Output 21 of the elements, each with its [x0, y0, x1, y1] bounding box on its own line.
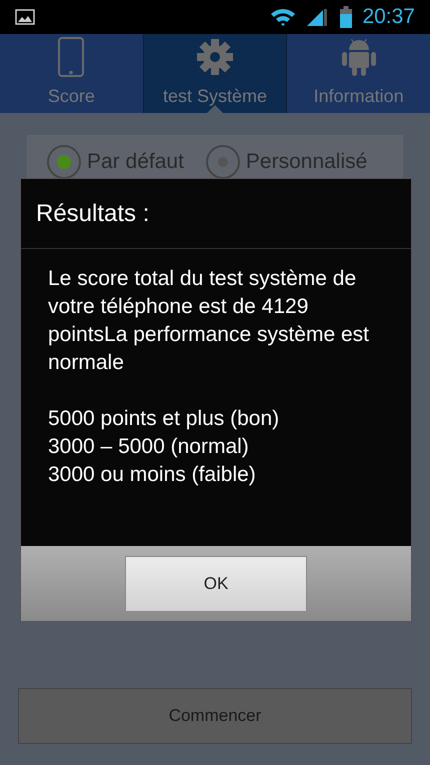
gallery-icon — [15, 9, 35, 25]
battery-icon — [340, 6, 352, 28]
ok-button[interactable]: OK — [125, 556, 307, 612]
selection-indicator — [207, 105, 223, 113]
tab[interactable]: Score — [0, 34, 143, 113]
signal-icon — [306, 7, 328, 27]
wifi-icon — [270, 7, 296, 27]
dialog-title: Résultats : — [36, 198, 150, 228]
tab[interactable]: Information — [287, 34, 430, 113]
phone-icon — [58, 37, 84, 77]
message-line: 3000 – 5000 (normal) — [48, 434, 250, 460]
clock: 20:37 — [362, 4, 415, 30]
tab[interactable]: test Système — [142, 34, 288, 113]
robot-icon — [340, 37, 377, 77]
message-line: 5000 points et plus (bon) — [48, 406, 280, 432]
message-line: 3000 ou moins (faible) — [48, 462, 257, 488]
radio-label: Par défaut — [87, 149, 184, 176]
settings-icon — [195, 37, 235, 77]
radio-label: Personnalisé — [246, 149, 368, 176]
message-line: Le score total du test système de votre téléphone est de 4129 pointsLa performance système est normale — [48, 266, 370, 376]
start-button[interactable]: Commencer — [18, 688, 412, 744]
